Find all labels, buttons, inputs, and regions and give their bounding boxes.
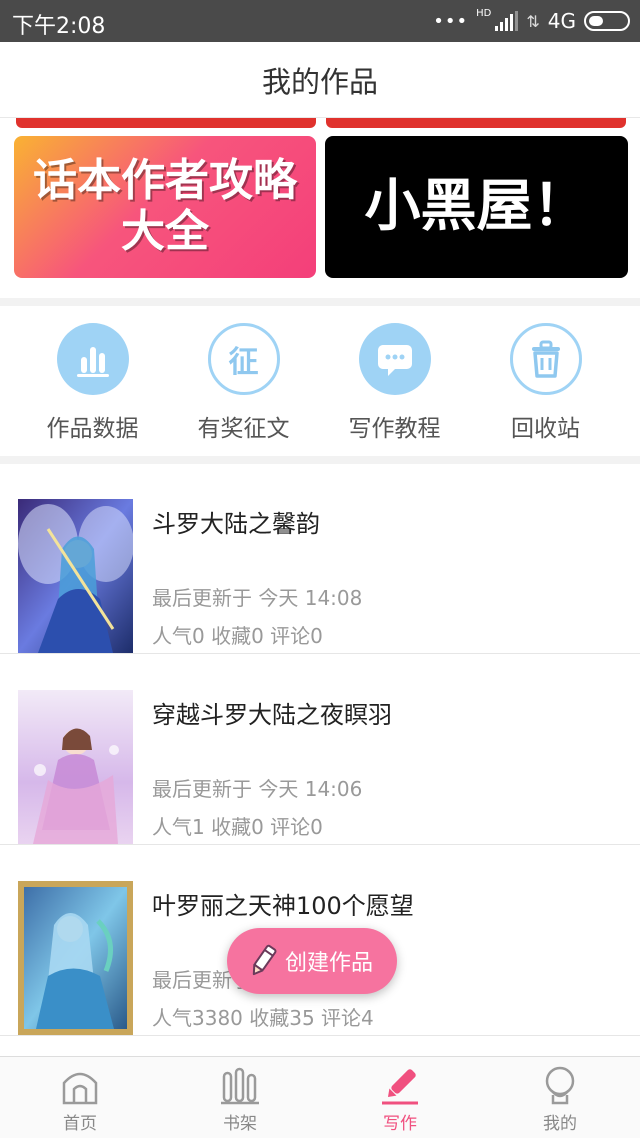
tab-label: 书架 [223,1114,257,1134]
data-transfer-icon: ⇅ [526,11,540,31]
banner-dark-room-text: 小黑屋！ [364,173,589,239]
page-title: 我的作品 [261,65,378,99]
work-cover-image [18,881,133,1035]
work-updated: 最后更新于 今天 14:08 [152,586,363,610]
create-work-label: 创建作品 [285,951,374,976]
banner-dark-room[interactable]: 小黑屋！ [325,136,628,278]
work-item[interactable]: 斗罗大陆之馨韵 最后更新于 今天 14:08 人气0 收藏0 评论0 [0,464,640,654]
tab-profile[interactable]: 我的 [480,1057,640,1138]
work-title: 斗罗大陆之馨韵 [152,510,320,538]
bookshelf-icon [221,1067,259,1105]
work-stats: 人气3380 收藏35 评论4 [152,1006,374,1030]
tab-label: 写作 [383,1114,417,1134]
shortcut-label: 写作教程 [348,416,441,442]
work-stats: 人气0 收藏0 评论0 [152,624,323,648]
work-title: 叶罗丽之天神100个愿望 [152,892,414,920]
tab-bookshelf[interactable]: 书架 [160,1057,320,1138]
shortcut-label: 作品数据 [46,416,139,442]
contest-icon: 征 [207,323,280,395]
shortcut-tutorial[interactable]: 写作教程 [319,306,470,456]
create-work-button[interactable]: 创建作品 [227,928,397,994]
notification-dots-icon: ••• [433,10,469,32]
profile-icon [545,1066,575,1105]
status-bar: 下午2:08 ••• HD ⇅ 4G [0,0,640,42]
banner-author-guide[interactable]: 话本作者攻略 大全 [14,136,316,278]
previous-banner-strip[interactable] [16,118,316,128]
pencil-icon [252,944,277,976]
banner-area: 话本作者攻略 大全 小黑屋！ [0,118,640,298]
shortcut-contest[interactable]: 征 有奖征文 [168,306,319,456]
tab-label: 首页 [63,1114,97,1134]
bottom-tab-bar: 首页 书架 写作 我的 [0,1056,640,1138]
banner-author-guide-text: 话本作者攻略 大全 [33,155,297,257]
network-type: 4G [547,9,576,33]
battery-icon [584,11,630,31]
chat-bubble-icon [358,323,431,395]
work-cover-image [18,690,133,844]
home-icon [62,1072,98,1105]
tab-write[interactable]: 写作 [320,1057,480,1138]
work-title: 穿越斗罗大陆之夜瞑羽 [152,701,392,729]
shortcut-label: 有奖征文 [197,416,290,442]
tab-home[interactable]: 首页 [0,1057,160,1138]
status-icons: ••• HD ⇅ 4G [433,8,630,34]
trash-icon [509,323,582,395]
shortcut-work-data[interactable]: 作品数据 [17,306,168,456]
work-updated: 最后更新于 今天 14:06 [152,777,363,801]
shortcut-label: 回收站 [511,416,580,442]
hd-label: HD [476,7,492,19]
status-time: 下午2:08 [12,14,106,39]
previous-banner-strip-right[interactable] [326,118,626,128]
shortcut-recycle-bin[interactable]: 回收站 [470,306,621,456]
work-stats: 人气1 收藏0 评论0 [152,815,323,839]
pencil-icon [382,1069,418,1105]
page-header: 我的作品 [0,42,640,118]
work-cover-image [18,499,133,653]
bar-chart-icon [56,323,129,395]
signal-icon [495,11,519,31]
shortcut-row: 作品数据 征 有奖征文 写作教程 回收站 [0,306,640,456]
tab-label: 我的 [543,1114,577,1134]
work-item[interactable]: 穿越斗罗大陆之夜瞑羽 最后更新于 今天 14:06 人气1 收藏0 评论0 [0,655,640,845]
